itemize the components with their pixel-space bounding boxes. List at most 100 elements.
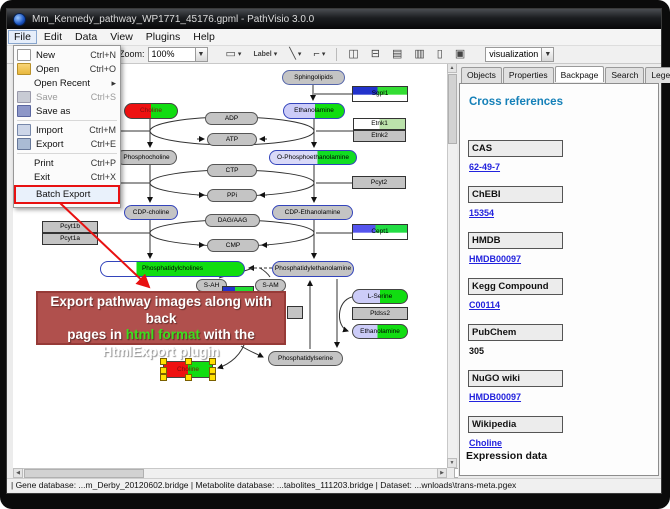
node-dag-aag[interactable]: DAG/AAG [205, 214, 260, 227]
backpage-link-wikipedia[interactable]: Choline [469, 438, 502, 448]
menu-help[interactable]: Help [187, 30, 221, 44]
zoom-value: 100% [149, 49, 195, 59]
file-menu-item-exit[interactable]: ExitCtrl+X [14, 170, 120, 184]
file-menu-item-export[interactable]: ExportCtrl+E [14, 137, 120, 151]
align-horizontal-center-button[interactable]: ◫ [344, 46, 362, 63]
dropdown-caret-icon: ▾ [274, 50, 278, 58]
file-menu-item-batch-export[interactable]: Batch Export [14, 185, 120, 204]
scroll-up-icon[interactable]: ▲ [447, 63, 457, 73]
node-adp[interactable]: ADP [205, 112, 258, 125]
file-menu-item-open[interactable]: OpenCtrl+O [14, 62, 120, 76]
common-size-width-button[interactable]: ▯ [433, 46, 447, 63]
node-etnk1[interactable]: Etnk1 [353, 118, 406, 130]
node-phosphatidylethanolamine[interactable]: Phosphatidylethanolamine [272, 261, 354, 277]
backpage-section-pubchem: PubChem [468, 324, 563, 341]
node-label: Sgpl1 [372, 87, 389, 101]
node-etnk2[interactable]: Etnk2 [353, 130, 406, 142]
menu-edit[interactable]: Edit [38, 30, 68, 44]
tab-objects[interactable]: Objects [461, 67, 502, 83]
visualization-dropdown-caret-icon[interactable]: ▼ [541, 48, 553, 61]
menu-item-label: Open Recent [34, 78, 105, 89]
node-sgpl1[interactable]: Sgpl1 [352, 86, 408, 102]
backpage-section-chebi: ChEBI [468, 186, 563, 203]
node-pcyt1a[interactable]: Pcyt1a [42, 233, 98, 245]
node-ctp[interactable]: CTP [207, 164, 257, 177]
node-cept1[interactable]: Cept1 [352, 224, 408, 240]
node-ppi[interactable]: PPi [207, 189, 257, 202]
stack-horizontal-button[interactable]: ▥ [410, 46, 428, 63]
tab-search[interactable]: Search [605, 67, 644, 83]
node-pcyt2[interactable]: Pcyt2 [352, 176, 406, 189]
side-panel: ObjectsPropertiesBackpageSearchLegend Cr… [458, 63, 661, 478]
common-size-height-button[interactable]: ▣ [451, 46, 469, 63]
dropdown-caret-icon: ▾ [298, 50, 302, 58]
tab-backpage[interactable]: Backpage [555, 66, 605, 82]
menu-plugins[interactable]: Plugins [140, 30, 186, 44]
zoom-dropdown-caret-icon[interactable]: ▼ [195, 48, 207, 61]
label-tool-icon: Label [253, 47, 271, 62]
backpage-link-nugo-wiki[interactable]: HMDB00097 [469, 392, 521, 402]
backpage-link-cas[interactable]: 62-49-7 [469, 162, 500, 172]
node-ethanolamine-bottom[interactable]: Ethanolamine [352, 324, 408, 339]
scroll-right-icon[interactable]: ▶ [437, 468, 447, 478]
connector-tool-button[interactable]: ⌐▾ [309, 46, 329, 63]
backpage-link-chebi[interactable]: 15354 [469, 208, 494, 218]
vertical-scroll-thumb[interactable] [448, 74, 457, 144]
backpage-content[interactable]: Cross references CAS62-49-7ChEBI15354HMD… [459, 83, 659, 476]
gene-product-tool-button[interactable]: ▭▾ [222, 46, 246, 63]
stack-horizontal-icon: ▥ [414, 47, 424, 62]
node-phosphocholine[interactable]: Phosphocholine [116, 150, 177, 165]
node-choline-top[interactable]: Choline [124, 103, 178, 119]
node-reaction-box[interactable] [287, 306, 303, 319]
visualization-combobox[interactable]: visualization ▼ [485, 47, 554, 62]
node-l-serine[interactable]: L-Serine [352, 289, 408, 304]
node-phosphatidylcholines[interactable]: Phosphatidylcholines [100, 261, 245, 277]
tab-properties[interactable]: Properties [503, 67, 554, 83]
stack-vertical-button[interactable]: ▤ [388, 46, 406, 63]
backpage-link-hmdb[interactable]: HMDB00097 [469, 254, 521, 264]
cross-references-heading: Cross references [469, 96, 563, 108]
menu-file[interactable]: File [8, 30, 37, 44]
node-sphingolipids[interactable]: Sphingolipids [282, 70, 345, 85]
scroll-down-icon[interactable]: ▼ [447, 458, 457, 468]
node-ethanolamine-top[interactable]: Ethanolamine [283, 103, 345, 119]
save-icon [17, 91, 31, 103]
common-size-height-icon: ▣ [455, 47, 465, 62]
canvas-vertical-scrollbar[interactable]: ▲ ▼ [447, 63, 457, 468]
node-cdp-choline[interactable]: CDP-choline [124, 205, 178, 220]
node-label: O-Phosphoethanolamine [277, 151, 349, 164]
file-menu-item-print[interactable]: PrintCtrl+P [14, 156, 120, 170]
node-label: Etnk1 [371, 119, 388, 129]
side-panel-tabs: ObjectsPropertiesBackpageSearchLegend [461, 67, 670, 83]
node-pcyt1b[interactable]: Pcyt1b [42, 221, 98, 233]
node-cdp-ethanolamine[interactable]: CDP-Ethanolamine [272, 205, 353, 220]
scroll-left-icon[interactable]: ◀ [13, 468, 23, 478]
toolbar-tools: ▭▾Label▾╲▾⌐▾◫⊟▤▥▯▣ [220, 46, 472, 63]
label-tool-button[interactable]: Label▾ [249, 46, 281, 63]
menu-bar: FileEditDataViewPluginsHelp [7, 29, 661, 46]
canvas-horizontal-scrollbar[interactable]: ◀ ▶ [13, 468, 447, 478]
selection-handle [209, 367, 216, 374]
node-atp[interactable]: ATP [207, 133, 257, 146]
line-tool-button[interactable]: ╲▾ [285, 46, 305, 63]
node-label: S-AH [204, 280, 220, 291]
file-menu-item-import[interactable]: ImportCtrl+M [14, 123, 120, 137]
node-o-phosphoethanolamine[interactable]: O-Phosphoethanolamine [269, 150, 357, 165]
tab-legend[interactable]: Legend [645, 67, 670, 83]
title-bar[interactable]: Mm_Kennedy_pathway_WP1771_45176.gpml - P… [7, 9, 661, 29]
menu-view[interactable]: View [104, 30, 139, 44]
menu-item-label: Open [36, 64, 84, 75]
menu-data[interactable]: Data [69, 30, 103, 44]
file-menu-item-new[interactable]: NewCtrl+N [14, 48, 120, 62]
align-vertical-center-button[interactable]: ⊟ [367, 46, 384, 63]
file-menu-item-save-as[interactable]: Save as [14, 104, 120, 118]
node-cmp[interactable]: CMP [207, 239, 259, 252]
file-menu-item-save[interactable]: SaveCtrl+S [14, 90, 120, 104]
node-choline-selected[interactable]: Choline [163, 361, 213, 378]
file-menu-item-open-recent[interactable]: Open Recent▸ [14, 76, 120, 90]
selection-handle [209, 374, 216, 381]
node-ptdss2[interactable]: Ptdss2 [352, 307, 408, 320]
backpage-link-kegg-compound[interactable]: C00114 [469, 300, 500, 310]
horizontal-scroll-thumb[interactable] [24, 469, 144, 478]
zoom-combobox[interactable]: 100% ▼ [148, 47, 208, 62]
